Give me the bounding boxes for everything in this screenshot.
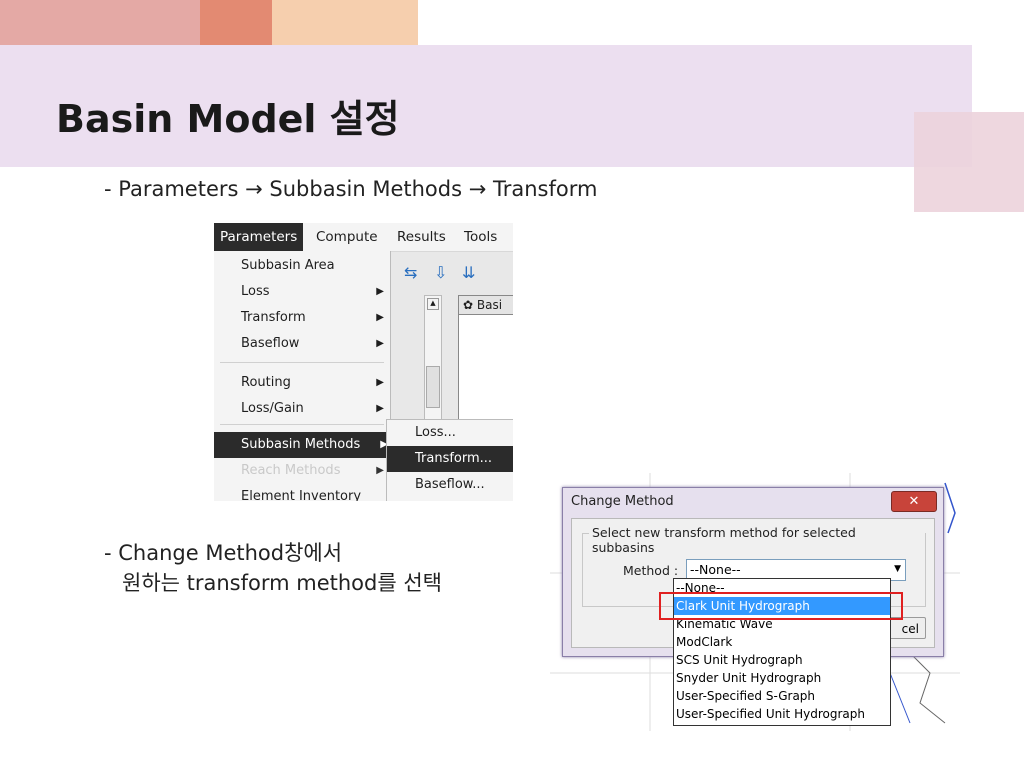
menu-item-loss-gain[interactable]: Loss/Gain ▶ bbox=[214, 396, 390, 422]
menu-item-label: Baseflow bbox=[241, 336, 300, 351]
submenu-arrow-icon: ▶ bbox=[376, 465, 384, 476]
group-label: Select new transform method for selected… bbox=[589, 525, 925, 555]
submenu-item-transform[interactable]: Transform... bbox=[387, 446, 513, 472]
method-label: Method : bbox=[623, 563, 679, 578]
menu-item-subbasin-area[interactable]: Subbasin Area bbox=[214, 253, 390, 279]
bullet-change-method-line1: - Change Method창에서 bbox=[104, 541, 343, 565]
menu-item-routing[interactable]: Routing ▶ bbox=[214, 370, 390, 396]
chevron-down-icon[interactable]: ▼ bbox=[894, 564, 901, 574]
submenu-item-loss[interactable]: Loss... bbox=[387, 420, 513, 446]
menu-item-label: Loss bbox=[241, 284, 270, 299]
toolbar-icon-1: ⇆ bbox=[404, 263, 418, 282]
scrollbar[interactable]: ▲ bbox=[424, 295, 442, 421]
submenu-item-label: Baseflow... bbox=[415, 477, 485, 492]
dropdown-option[interactable]: Snyder Unit Hydrograph bbox=[674, 669, 890, 687]
menu-item-label: Reach Methods bbox=[241, 463, 341, 478]
submenu-item-label: Loss... bbox=[415, 425, 456, 440]
dropdown-option[interactable]: User-Specified Unit Hydrograph bbox=[674, 705, 890, 723]
submenu-arrow-icon: ▶ bbox=[376, 338, 384, 349]
close-button[interactable]: ✕ bbox=[891, 491, 937, 512]
submenu-arrow-icon: ▶ bbox=[376, 377, 384, 388]
basin-window-title: Basi bbox=[476, 298, 503, 312]
subbasin-methods-submenu: Loss... Transform... Baseflow... bbox=[386, 419, 513, 501]
dialog-screenshot: Change Method ✕ Select new transform met… bbox=[550, 473, 960, 731]
menu-tools[interactable]: Tools bbox=[458, 223, 503, 251]
bullet-change-method-line2: 원하는 transform method를 선택 bbox=[122, 571, 442, 595]
submenu-item-label: Transform... bbox=[415, 451, 493, 466]
scroll-up-icon[interactable]: ▲ bbox=[427, 298, 439, 310]
menu-item-label: Subbasin Area bbox=[241, 258, 335, 273]
toolbar-icon-3: ⇊ bbox=[462, 263, 476, 282]
menu-item-label: Routing bbox=[241, 375, 291, 390]
submenu-arrow-icon: ▶ bbox=[376, 312, 384, 323]
menu-screenshot: ⇆ ⇩ ⇊ ▲ ✿ Basi Parameters Compute Result… bbox=[214, 223, 513, 501]
toolbar-icon-2: ⇩ bbox=[434, 263, 448, 282]
menu-item-transform[interactable]: Transform ▶ bbox=[214, 305, 390, 331]
menu-compute[interactable]: Compute bbox=[310, 223, 384, 251]
menu-bar: Parameters Compute Results Tools bbox=[214, 223, 513, 252]
menu-item-label: Transform bbox=[241, 310, 306, 325]
bullet-path: - Parameters → Subbasin Methods → Transf… bbox=[104, 174, 597, 204]
dialog-title: Change Method bbox=[571, 494, 674, 509]
basin-window: ✿ Basi bbox=[458, 295, 513, 421]
menu-item-reach-methods: Reach Methods ▶ bbox=[214, 458, 390, 484]
menu-parameters[interactable]: Parameters bbox=[214, 223, 304, 251]
submenu-item-baseflow[interactable]: Baseflow... bbox=[387, 472, 513, 498]
slide-title: Basin Model 설정 bbox=[56, 97, 400, 141]
background-window: ⇆ ⇩ ⇊ ▲ ✿ Basi bbox=[390, 251, 513, 421]
menu-item-subbasin-methods[interactable]: Subbasin Methods ▶ bbox=[214, 432, 390, 458]
menu-item-label: Loss/Gain bbox=[241, 401, 304, 416]
method-select-value: --None-- bbox=[690, 562, 741, 577]
menu-results[interactable]: Results bbox=[391, 223, 452, 251]
menu-item-loss[interactable]: Loss ▶ bbox=[214, 279, 390, 305]
menu-separator bbox=[220, 424, 384, 425]
bullet-path-text: - Parameters → Subbasin Methods → Transf… bbox=[104, 177, 598, 201]
menu-item-baseflow[interactable]: Baseflow ▶ bbox=[214, 331, 390, 357]
menu-item-element-inventory[interactable]: Element Inventory bbox=[214, 484, 390, 501]
menu-item-label: Element Inventory bbox=[241, 489, 362, 501]
bullet-change-method: - Change Method창에서 원하는 transform method를… bbox=[104, 538, 442, 598]
dropdown-option[interactable]: User-Specified S-Graph bbox=[674, 687, 890, 705]
parameters-menu: Subbasin Area Loss ▶ Transform ▶ Baseflo… bbox=[214, 251, 391, 501]
window-icon: ✿ bbox=[463, 298, 474, 312]
dropdown-option[interactable]: ModClark bbox=[674, 633, 890, 651]
basin-window-titlebar: ✿ Basi bbox=[459, 296, 513, 315]
close-icon: ✕ bbox=[908, 494, 920, 509]
dropdown-option[interactable]: SCS Unit Hydrograph bbox=[674, 651, 890, 669]
menu-item-label: Subbasin Methods bbox=[241, 437, 361, 452]
highlight-box bbox=[659, 592, 903, 620]
menu-separator bbox=[220, 362, 384, 363]
submenu-arrow-icon: ▶ bbox=[376, 286, 384, 297]
deco-right-block bbox=[914, 112, 1024, 212]
scroll-thumb[interactable] bbox=[426, 366, 440, 408]
submenu-arrow-icon: ▶ bbox=[376, 403, 384, 414]
